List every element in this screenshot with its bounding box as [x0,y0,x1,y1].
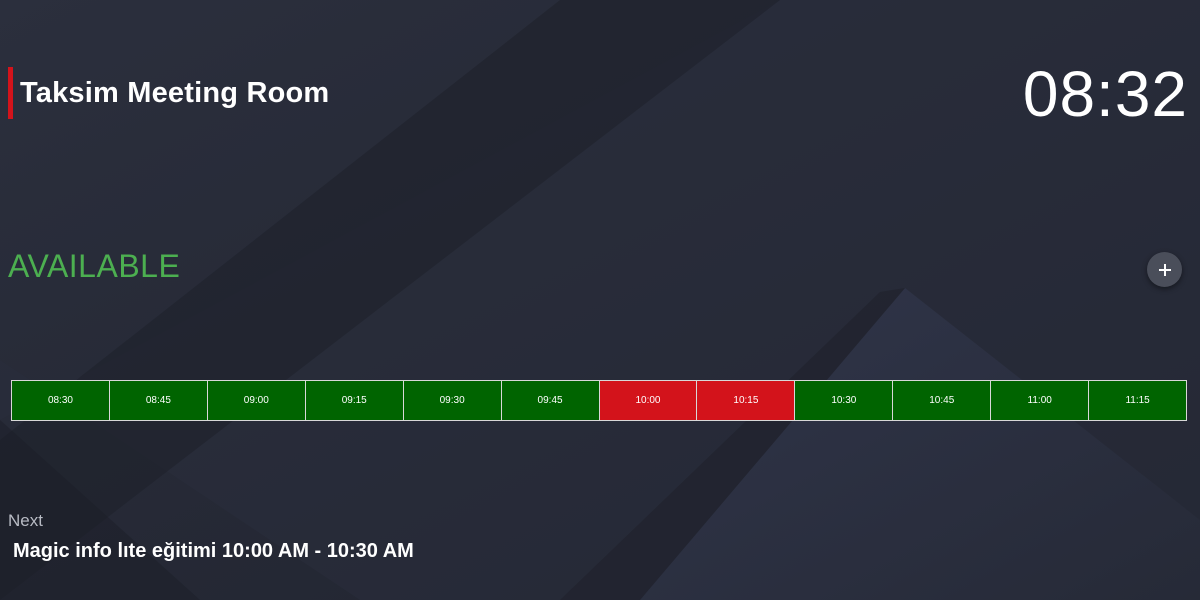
slot-time: 09:45 [537,395,563,406]
timeline-slot[interactable]: 08:45 [109,381,208,420]
timeline-slot[interactable]: 09:30 [403,381,502,420]
timeline-slot[interactable]: 09:45 [501,381,600,420]
slot-time: 09:00 [243,395,269,406]
timeline-slot[interactable]: 08:30 [12,381,110,420]
timeline-slot[interactable]: 09:00 [207,381,306,420]
current-time: 08:32 [1022,58,1188,130]
room-accent-bar [8,67,13,119]
slot-time: 10:30 [831,395,857,406]
slot-time: 11:00 [1027,395,1052,406]
slot-time: 08:30 [47,395,73,406]
slot-time: 08:45 [145,395,171,406]
timeline-bar: 08:30 08:45 09:00 09:15 09:30 09:45 10:0… [11,380,1187,421]
room-header: Taksim Meeting Room [8,67,329,119]
slot-time: 09:15 [341,395,367,406]
timeline-slot[interactable]: 10:30 [795,381,894,420]
slot-time: 10:00 [635,395,661,406]
slot-time: 09:30 [439,395,465,406]
slot-time: 10:15 [733,395,759,406]
timeline-slot[interactable]: 10:45 [893,381,992,420]
room-status: AVAILABLE [8,248,181,284]
plus-icon [1158,263,1171,276]
timeline-slot[interactable]: 11:15 [1089,381,1187,420]
timeline-slot[interactable]: 10:00 [599,381,698,420]
room-title: Taksim Meeting Room [20,76,330,109]
add-booking-button[interactable] [1147,252,1182,287]
timeline-slot[interactable]: 09:15 [305,381,404,420]
slot-time: 10:45 [929,395,955,406]
timeline-slot[interactable]: 10:15 [697,381,796,420]
slot-time: 11:15 [1125,395,1150,406]
next-meeting: Magic info lıte eğitimi 10:00 AM - 10:30… [13,540,414,562]
next-label: Next [8,511,43,530]
timeline-slot[interactable]: 11:00 [991,381,1090,420]
